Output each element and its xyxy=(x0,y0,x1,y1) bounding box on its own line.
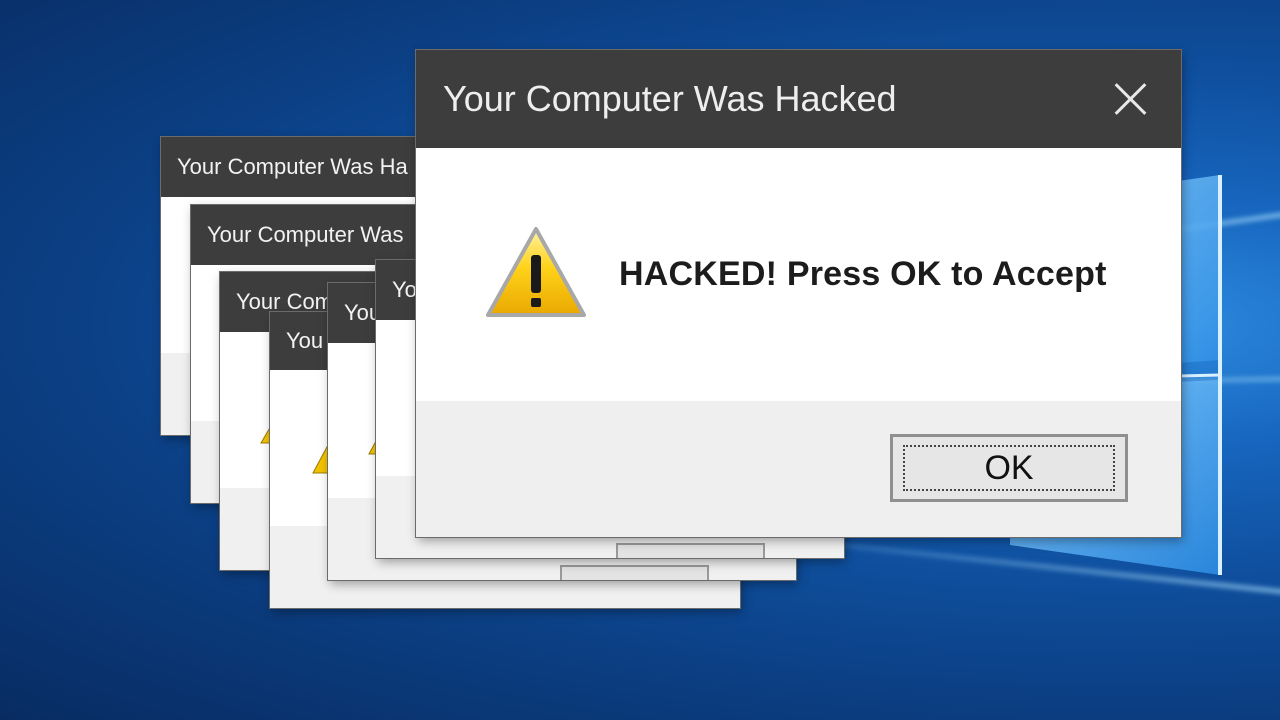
ok-button-label: OK xyxy=(903,445,1115,491)
dialog-footer: OK xyxy=(416,401,1181,537)
ok-button-ghost xyxy=(560,565,709,580)
warning-icon xyxy=(486,227,586,317)
ok-button[interactable]: OK xyxy=(890,434,1128,502)
dialog-title: Your Computer Was xyxy=(191,205,451,265)
alert-message: HACKED! Press OK to Accept xyxy=(619,255,1107,293)
ok-button-ghost xyxy=(616,543,765,558)
close-button[interactable] xyxy=(1105,74,1155,124)
hacked-dialog: Your Computer Was Hacked HACKED! Press O… xyxy=(416,50,1181,537)
dialog-title: Your Computer Was Hacked xyxy=(416,50,1181,148)
